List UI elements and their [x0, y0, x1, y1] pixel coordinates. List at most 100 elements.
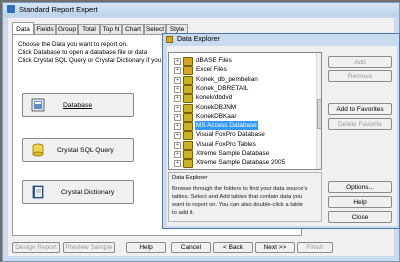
tab-label: Group [57, 26, 77, 33]
tree-item-label: konek/dbdvd [196, 94, 233, 102]
dialog-help-button[interactable]: Help [328, 196, 392, 208]
dialog-title: Data Explorer [177, 36, 220, 43]
tree-item[interactable]: + Visual FoxPro Database [169, 130, 315, 141]
tree-item[interactable]: + Konek_DBRETAIL [169, 84, 315, 94]
tree-item-label: Konek_db_pembelian [196, 75, 258, 83]
tree-item-label: Visual FoxPro Tables [196, 140, 256, 148]
add-button[interactable]: Add [328, 56, 392, 68]
expand-toggle-icon[interactable]: + [174, 151, 181, 158]
tree-item-label: KonekDBKaar [196, 112, 237, 120]
button-label: Add [354, 58, 366, 66]
description-heading: Data Explorer [172, 175, 208, 181]
button-label: Finish [306, 244, 324, 251]
expand-toggle-icon[interactable]: + [174, 95, 181, 103]
database-icon [31, 98, 45, 112]
tree-item[interactable]: + Xtreme Sample Database 2005 [169, 158, 315, 169]
data-source-tree[interactable]: + dBASE Files + Excel Files + Konek_db_pembel… [168, 52, 322, 170]
preview-sample-button[interactable]: Preview Sample [63, 242, 115, 253]
finish-button[interactable]: Finish [297, 242, 333, 253]
tab-fields[interactable]: Fields [34, 24, 56, 34]
dictionary-book-icon [32, 185, 44, 199]
expand-toggle-icon[interactable]: + [174, 76, 181, 84]
app-icon [7, 5, 15, 13]
tab-group[interactable]: Group [56, 24, 78, 34]
button-label: Preview Sample [65, 244, 113, 251]
tab-label: Style [169, 26, 185, 33]
back-button[interactable]: < Back [213, 242, 253, 253]
tree-item[interactable]: + dBASE Files [169, 56, 315, 66]
tree-item-label: Konek_DBRETAIL [196, 84, 249, 92]
tree-item-label: Visual FoxPro Database [196, 131, 265, 139]
button-label: < Back [222, 244, 244, 251]
add-to-favorites-button[interactable]: Add to Favorites [328, 103, 392, 115]
button-label: Close [351, 213, 369, 221]
design-report-button[interactable]: Design Report [12, 242, 60, 253]
tree-item[interactable]: + Visual FoxPro Tables [169, 140, 315, 150]
tree-item-label: MS Access Database [195, 121, 258, 131]
expand-toggle-icon[interactable]: + [174, 85, 181, 93]
expand-toggle-icon[interactable]: + [174, 58, 181, 65]
crystal-sql-query-button[interactable]: Crystal SQL Query [22, 138, 134, 162]
instruction-line: Click Database to open a database file o… [18, 49, 148, 56]
tree-item[interactable]: + Excel Files [169, 65, 315, 76]
help-button[interactable]: Help [126, 242, 166, 253]
tree-item-label: Xtreme Sample Database [196, 150, 270, 157]
button-label: Design Report [15, 244, 57, 251]
expand-toggle-icon[interactable]: + [174, 132, 181, 140]
database-button-label: Database [63, 101, 93, 109]
expand-toggle-icon[interactable]: + [174, 104, 181, 112]
tab-label: Chart [125, 26, 141, 33]
crystal-dictionary-button[interactable]: Crystal Dictionary [22, 180, 134, 204]
expand-toggle-icon[interactable]: + [174, 141, 181, 149]
expand-toggle-icon[interactable]: + [174, 113, 181, 121]
expand-toggle-icon[interactable]: + [174, 123, 181, 131]
expand-toggle-icon[interactable]: + [174, 160, 181, 168]
tab-label: Top N [102, 26, 120, 33]
button-label: Next >> [263, 244, 287, 251]
data-explorer-icon [166, 36, 173, 43]
tree-item[interactable]: + MS Access Database [169, 121, 315, 132]
sql-query-button-label: Crystal SQL Query [57, 146, 114, 154]
button-label: Help [353, 198, 367, 206]
tree-item[interactable]: + Xtreme Sample Database [169, 149, 315, 159]
tree-item[interactable]: + Konek_db_pembelian [169, 75, 315, 85]
tree-item-label: dBASE Files [196, 57, 232, 64]
tree-item-label: Excel Files [196, 66, 227, 74]
tree-item[interactable]: + konek/dbdvd [169, 93, 315, 104]
instruction-line: Click Crystal SQL Query or Crystal Dicti… [18, 57, 162, 64]
tree-item-label: KonekDBJNM [196, 103, 237, 111]
tab-chart[interactable]: Chart [122, 24, 144, 34]
button-label: Cancel [180, 244, 202, 251]
database-button[interactable]: Database [22, 93, 134, 117]
tab-top-n[interactable]: Top N [100, 24, 122, 34]
tree-item[interactable]: + KonekDBJNM [169, 103, 315, 113]
options-button[interactable]: Options... [328, 181, 392, 193]
close-button[interactable]: Close [328, 211, 392, 223]
button-label: Options... [346, 183, 374, 191]
sql-query-icon [32, 143, 44, 157]
folder-icon [183, 159, 193, 169]
remove-button[interactable]: Remove [328, 70, 392, 82]
description-line: tables. Select and Add tables that conta… [172, 194, 303, 200]
window-title: Standard Report Expert [19, 5, 98, 14]
tree-scrollbar-thumb[interactable] [317, 99, 321, 129]
button-label: Add to Favorites [336, 105, 384, 113]
description-line: Browse through the folders to find your … [172, 186, 308, 192]
tab-label: Select [145, 26, 165, 33]
tab-label: Total [82, 26, 96, 33]
dictionary-button-label: Crystal Dictionary [61, 188, 115, 196]
delete-favorite-button[interactable]: Delete Favorite [328, 118, 392, 130]
description-line: to add it. [172, 210, 195, 216]
expand-toggle-icon[interactable]: + [174, 67, 181, 75]
description-line: want to report on. You can also double-c… [172, 202, 303, 208]
button-label: Remove [347, 72, 373, 80]
instruction-line: Choose the Data you want to report on. [18, 41, 128, 48]
next-button[interactable]: Next >> [255, 242, 295, 253]
tab-label: Fields [36, 26, 54, 33]
tree-item-label: Xtreme Sample Database 2005 [196, 159, 286, 167]
tab-total[interactable]: Total [78, 24, 100, 34]
cancel-button[interactable]: Cancel [171, 242, 211, 253]
tree-item[interactable]: + KonekDBKaar [169, 112, 315, 122]
tab-label: Data [16, 25, 30, 33]
button-label: Delete Favorite [337, 120, 383, 128]
